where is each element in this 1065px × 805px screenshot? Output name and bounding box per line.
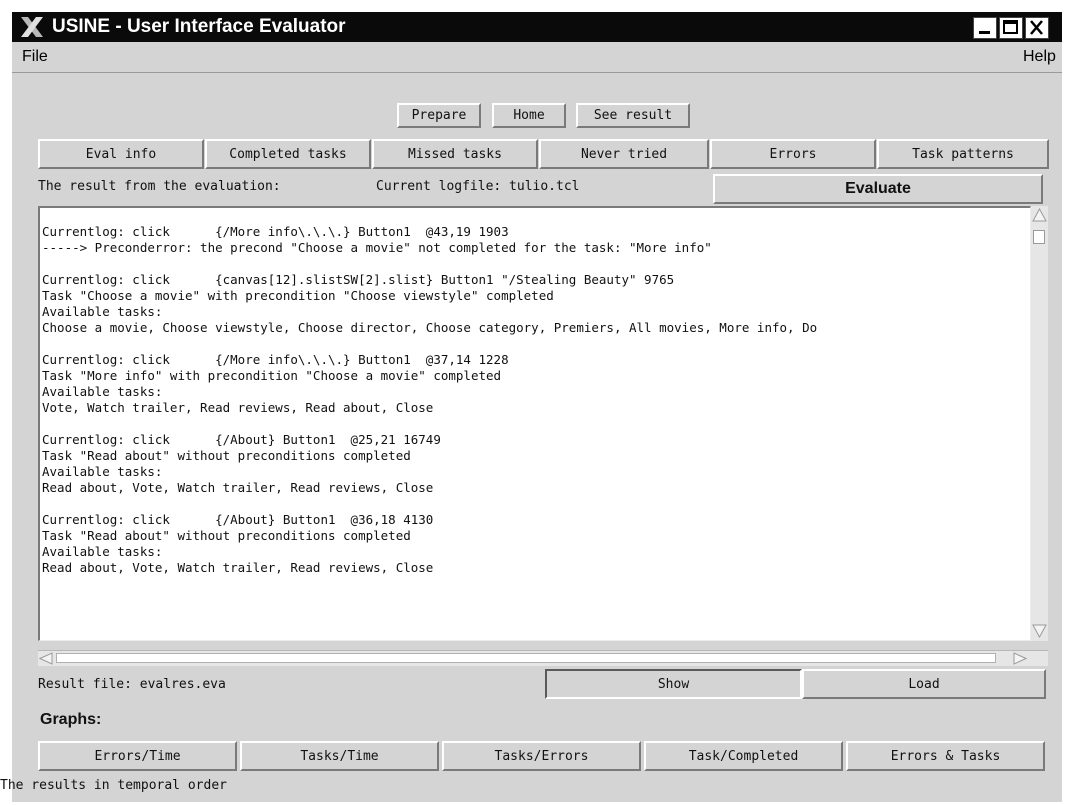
menu-help[interactable]: Help [1023, 48, 1056, 66]
log-line: Currentlog: click {/About} Button1 @36,1… [42, 512, 434, 527]
log-spacer [42, 496, 1030, 512]
tab-task-patterns[interactable]: Task patterns [877, 139, 1049, 169]
log-line: Task "Choose a movie" with precondition … [42, 288, 554, 303]
home-button[interactable]: Home [492, 103, 566, 128]
log-line: Task "Read about" without preconditions … [42, 448, 411, 463]
graph-tasks-errors-button[interactable]: Tasks/Errors [442, 741, 641, 771]
load-button[interactable]: Load [802, 669, 1046, 699]
close-button[interactable] [1025, 17, 1049, 39]
vertical-scrollbar[interactable] [1031, 206, 1048, 641]
logfile-label: Current logfile: tulio.tcl [376, 179, 580, 194]
log-line: Available tasks: [42, 544, 163, 559]
scroll-right-icon[interactable] [1013, 652, 1027, 665]
log-line: Available tasks: [42, 304, 163, 319]
tab-never-tried[interactable]: Never tried [539, 139, 709, 169]
maximize-button[interactable] [999, 17, 1023, 39]
log-line: Task "More info" with precondition "Choo… [42, 368, 502, 383]
x-logo-icon [21, 17, 43, 37]
minimize-button[interactable] [973, 17, 997, 39]
status-bar-text: The results in temporal order [0, 778, 227, 793]
horizontal-scrollbar[interactable] [38, 650, 1048, 666]
prepare-button[interactable]: Prepare [397, 103, 481, 128]
log-line: -----> Preconderror: the precond "Choose… [42, 240, 712, 255]
log-output[interactable]: Currentlog: click {/More info\.\.\.} But… [38, 206, 1031, 641]
scroll-up-icon[interactable] [1032, 208, 1047, 222]
graphs-label: Graphs: [40, 711, 102, 728]
log-line: Available tasks: [42, 464, 163, 479]
title-bar: USINE - User Interface Evaluator [12, 12, 1062, 42]
maximize-icon [1003, 20, 1018, 34]
result-label: The result from the evaluation: [38, 179, 281, 194]
see-result-button[interactable]: See result [576, 103, 690, 128]
window-title: USINE - User Interface Evaluator [52, 16, 346, 37]
horizontal-scroll-thumb[interactable] [56, 653, 996, 663]
tab-errors[interactable]: Errors [710, 139, 876, 169]
log-line: Currentlog: click {/About} Button1 @25,2… [42, 432, 441, 447]
graph-errors-tasks-button[interactable]: Errors & Tasks [846, 741, 1045, 771]
log-line: Currentlog: click {/More info\.\.\.} But… [42, 224, 509, 239]
log-spacer [42, 256, 1030, 272]
menu-bar: File Help [12, 42, 1062, 73]
minimize-icon [979, 31, 990, 34]
log-line: Read about, Vote, Watch trailer, Read re… [42, 560, 434, 575]
close-icon [1030, 20, 1043, 35]
log-spacer [42, 336, 1030, 352]
graph-tasks-time-button[interactable]: Tasks/Time [240, 741, 439, 771]
log-spacer [42, 416, 1030, 432]
log-line: Read about, Vote, Watch trailer, Read re… [42, 480, 434, 495]
log-line: Currentlog: click {/More info\.\.\.} But… [42, 352, 509, 367]
show-button[interactable]: Show [545, 669, 802, 699]
graph-errors-time-button[interactable]: Errors/Time [38, 741, 237, 771]
result-file-label: Result file: evalres.eva [38, 677, 226, 692]
scroll-left-icon[interactable] [39, 652, 53, 665]
scroll-down-icon[interactable] [1032, 624, 1047, 638]
tab-eval-info[interactable]: Eval info [38, 139, 204, 169]
vertical-scroll-thumb[interactable] [1033, 230, 1045, 244]
log-line: Task "Read about" without preconditions … [42, 528, 411, 543]
log-line: Vote, Watch trailer, Read reviews, Read … [42, 400, 434, 415]
graph-task-completed-button[interactable]: Task/Completed [644, 741, 843, 771]
log-line: Available tasks: [42, 384, 163, 399]
log-content: Currentlog: click {/More info\.\.\.} But… [42, 224, 1030, 576]
menu-file[interactable]: File [22, 48, 48, 66]
main-window: USINE - User Interface Evaluator File He… [12, 12, 1062, 802]
evaluate-button[interactable]: Evaluate [713, 174, 1043, 204]
tab-completed-tasks[interactable]: Completed tasks [205, 139, 371, 169]
log-line: Choose a movie, Choose viewstyle, Choose… [42, 320, 818, 335]
tab-missed-tasks[interactable]: Missed tasks [372, 139, 538, 169]
log-line: Currentlog: click {canvas[12].slistSW[2]… [42, 272, 675, 287]
